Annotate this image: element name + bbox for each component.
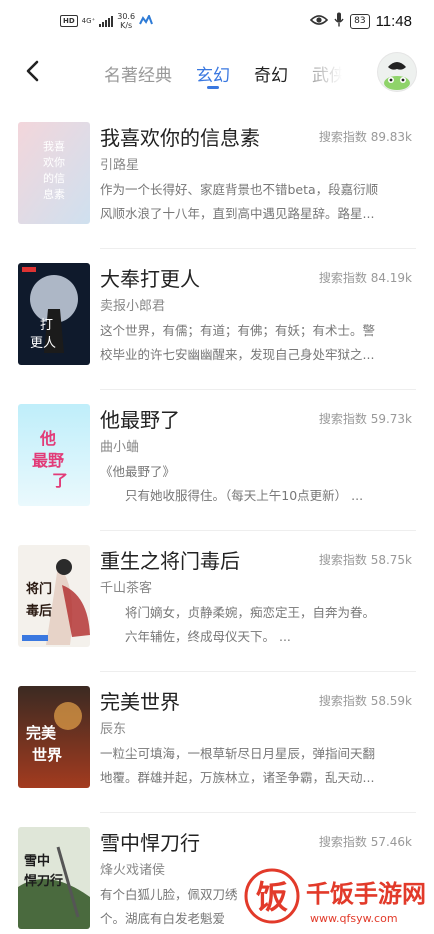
book-description: 将门嫡女，贞静柔婉，痴恋定王，自奔为眷。 六年辅佐，终成母仪天下。 ... <box>100 601 396 649</box>
description-line: 一粒尘可填海，一根草斩尽日月星辰，弹指间天翻 <box>100 746 376 761</box>
description-line: 校毕业的许七安幽幽醒来，发现自己身处牢狱之... <box>100 347 375 362</box>
tab-classics[interactable]: 名著经典 <box>104 61 172 91</box>
eye-icon <box>309 14 329 30</box>
tab-fantasy-label: 玄幻 <box>196 66 230 86</box>
book-author: 引路星 <box>100 158 140 173</box>
description-line: 六年辅佐，终成母仪天下。 ... <box>100 629 291 644</box>
search-index: 搜索指数 58.59k <box>318 694 412 708</box>
cover-title-2: 最野 <box>32 451 64 470</box>
cover-title-2: 世界 <box>32 746 62 764</box>
search-index: 搜索指数 89.83k <box>318 130 412 144</box>
watermark-domain: www.qfsyw.com <box>310 912 398 925</box>
frog-avatar-icon <box>384 62 410 90</box>
book-item[interactable]: 将门 毒后 重生之将门毒后 搜索指数 58.75k 千山茶客 将门嫡女，贞静柔婉… <box>0 531 434 672</box>
description-line: 只有她收服得住。（每天上午10点更新） ... <box>100 488 364 503</box>
book-author: 卖报小郎君 <box>100 299 166 314</box>
tab-fantasy[interactable]: 玄幻 <box>196 61 230 91</box>
cover-title-1: 将门 <box>26 581 52 597</box>
book-description: 这个世界，有儒；有道；有佛；有妖；有术士。警 校毕业的许七安幽幽醒来，发现自己身… <box>100 319 396 367</box>
cover-title-2: 毒后 <box>26 603 52 619</box>
book-cover: 将门 毒后 <box>18 545 90 647</box>
tab-magic[interactable]: 奇幻 <box>254 61 288 91</box>
book-item[interactable]: 他 最野 了 他最野了 搜索指数 59.73k 曲小蛐 《他最野了》 只有她收服… <box>0 390 434 531</box>
description-line: 风顺水浪了十八年，直到高中遇见路星辞。路星... <box>100 206 375 221</box>
book-author: 千山茶客 <box>100 581 153 596</box>
book-description: 一粒尘可填海，一根草斩尽日月星辰，弹指间天翻 地覆。群雄并起，万族林立，诸圣争霸… <box>100 742 396 790</box>
book-description: 作为一个长得好、家庭背景也不错beta，段嘉衍顺 风顺水浪了十八年，直到高中遇见… <box>100 178 396 226</box>
book-title: 大奉打更人 <box>100 267 200 291</box>
network-type: 4G⁺ <box>81 17 96 25</box>
book-title: 重生之将门毒后 <box>100 549 240 573</box>
description-line: 作为一个长得好、家庭背景也不错beta，段嘉衍顺 <box>100 182 379 197</box>
book-cover: 他 最野 了 <box>18 404 90 506</box>
cover-title-2: 悍刀行 <box>24 873 63 889</box>
cover-title-2: 更人 <box>30 336 56 351</box>
search-index: 搜索指数 59.73k <box>318 412 412 426</box>
cover-title-2: 欢你 <box>43 155 65 169</box>
description-line: 这个世界，有儒；有道；有佛；有妖；有术士。警 <box>100 323 376 338</box>
description-line: 地覆。群雄并起，万族林立，诸圣争霸，乱天动... <box>100 770 375 785</box>
book-item[interactable]: 我喜 欢你 的信 息素 我喜欢你的信息素 搜索指数 89.83k 引路星 作为一… <box>0 108 434 249</box>
book-cover: 雪中 悍刀行 <box>18 827 90 929</box>
book-item[interactable]: 完美 世界 完美世界 搜索指数 58.59k 辰东 一粒尘可填海，一根草斩尽日月… <box>0 672 434 813</box>
back-button[interactable] <box>22 58 44 84</box>
cover-title-4: 息素 <box>43 187 65 201</box>
book-item[interactable]: 打 更人 大奉打更人 搜索指数 84.19k 卖报小郎君 这个世界，有儒；有道；… <box>0 249 434 390</box>
book-cover: 我喜 欢你 的信 息素 <box>18 122 90 224</box>
speed-value: 30.6 <box>117 12 136 21</box>
book-author: 烽火戏诸侯 <box>100 863 166 878</box>
book-title: 完美世界 <box>100 690 180 714</box>
book-title: 他最野了 <box>100 408 180 432</box>
site-watermark: 饭 千饭手游网 www.qfsyw.com <box>244 856 434 934</box>
status-bar: HD 4G⁺ 30.6 K/s 83 11:48 <box>0 0 434 44</box>
cover-title-1: 我喜 <box>43 140 65 153</box>
watermark-name: 千饭手游网 <box>306 880 426 908</box>
cover-title-3: 的信 <box>43 171 65 185</box>
cover-title-1: 完美 <box>26 724 57 742</box>
watermark-glyph: 饭 <box>256 878 288 916</box>
category-tabs: 名著经典 玄幻 奇幻 武侠 <box>104 61 342 91</box>
network-speed: 30.6 K/s <box>117 12 135 30</box>
microphone-icon <box>334 12 344 31</box>
cover-title-1: 雪中 <box>24 853 50 869</box>
app-notification-icon <box>139 13 153 28</box>
book-title: 雪中悍刀行 <box>100 831 200 855</box>
cover-title-1: 打 <box>40 318 53 333</box>
avatar[interactable] <box>378 53 416 91</box>
search-index: 搜索指数 57.46k <box>318 835 412 849</box>
category-nav: 名著经典 玄幻 奇幻 武侠 <box>0 48 434 96</box>
book-author: 曲小蛐 <box>100 440 140 455</box>
search-index: 搜索指数 84.19k <box>318 271 412 285</box>
cover-title-1: 他 <box>39 429 56 448</box>
active-tab-indicator <box>207 86 219 89</box>
speed-unit: K/s <box>120 21 133 30</box>
search-index: 搜索指数 58.75k <box>318 553 412 567</box>
book-author: 辰东 <box>100 722 127 737</box>
book-list: 我喜 欢你 的信 息素 我喜欢你的信息素 搜索指数 89.83k 引路星 作为一… <box>0 108 434 934</box>
tab-wuxia[interactable]: 武侠 <box>312 61 342 91</box>
cover-title-3: 了 <box>52 471 68 490</box>
book-cover: 打 更人 <box>18 263 90 365</box>
clock: 11:48 <box>375 13 412 30</box>
description-line: 《他最野了》 <box>100 464 176 479</box>
battery-level: 83 <box>350 14 370 29</box>
book-title: 我喜欢你的信息素 <box>100 126 260 150</box>
signal-icon <box>99 15 114 27</box>
description-line: 将门嫡女，贞静柔婉，痴恋定王，自奔为眷。 <box>100 605 376 620</box>
book-cover: 完美 世界 <box>18 686 90 788</box>
book-description: 《他最野了》 只有她收服得住。（每天上午10点更新） ... <box>100 460 396 508</box>
hd-badge: HD <box>60 15 78 27</box>
chevron-left-icon <box>26 60 39 82</box>
